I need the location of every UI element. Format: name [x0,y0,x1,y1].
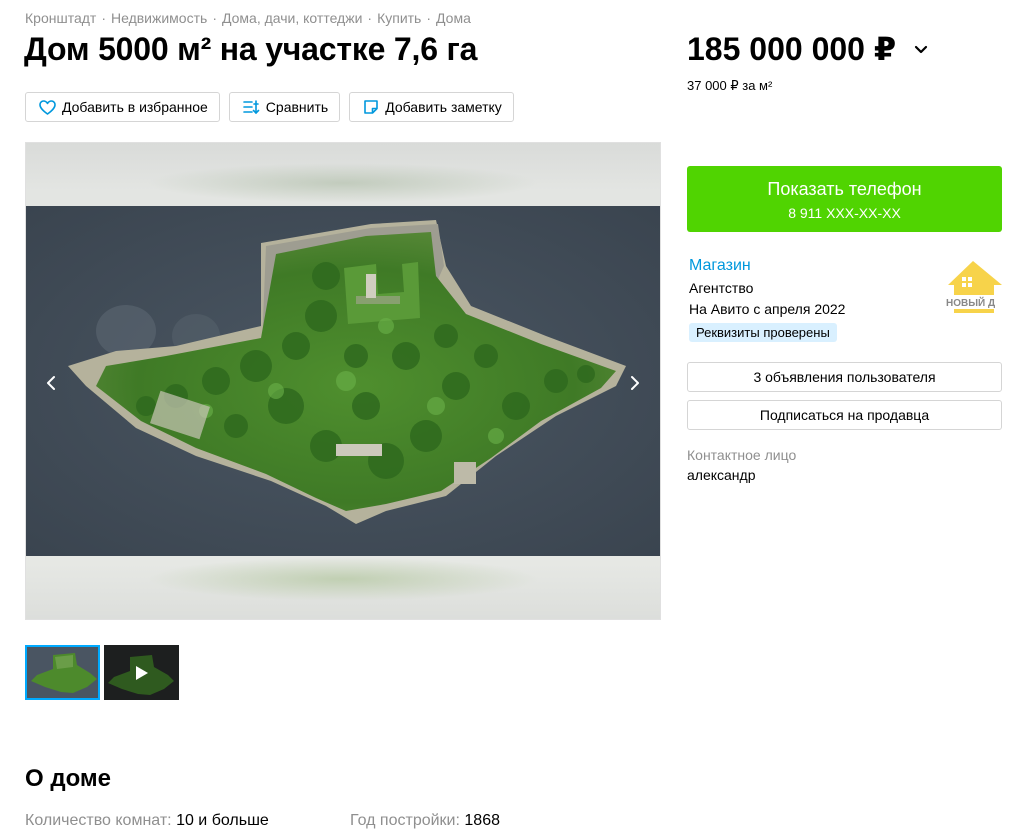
add-to-favorites-button[interactable]: Добавить в избранное [25,92,220,122]
breadcrumb-separator: · [367,10,373,26]
about-section-title: О доме [25,765,112,792]
heart-icon [39,99,56,115]
subscribe-seller-button[interactable]: Подписаться на продавца [687,400,1002,430]
param-year-built: Год постройки: 1868 [350,812,500,830]
price-per-sqm: 37 000 ₽ за м² [687,78,773,93]
thumbnail-video[interactable] [104,645,179,700]
play-icon [135,665,148,680]
chevron-left-icon [47,376,55,390]
show-phone-label: Показать телефон [767,179,922,199]
breadcrumb-item-realty[interactable]: Недвижимость [111,10,207,26]
gallery-prev-button[interactable] [36,368,66,398]
user-listings-button[interactable]: 3 объявления пользователя [687,362,1002,392]
seller-name-link[interactable]: Магазин [689,257,845,275]
breadcrumb-item-houses[interactable]: Дома [436,10,471,26]
price: 185 000 000 ₽ [687,30,928,68]
photo-gallery[interactable] [25,142,661,620]
breadcrumb-item-houses-category[interactable]: Дома, дачи, коттеджи [222,10,362,26]
param-key: Количество комнат: [25,812,172,829]
add-note-button[interactable]: Добавить заметку [349,92,514,122]
user-listings-label: 3 объявления пользователя [753,369,936,385]
subscribe-seller-label: Подписаться на продавца [759,407,930,423]
main-photo[interactable] [26,206,660,556]
seller-logo-image: НОВЫЙ Д [943,257,1004,317]
verified-badge: Реквизиты проверены [689,323,837,342]
phone-number-masked: 8 911 XXX-XX-XX [788,205,901,221]
breadcrumb-item-buy[interactable]: Купить [377,10,421,26]
price-value: 185 000 000 ₽ [687,31,897,67]
param-value: 10 и больше [176,812,269,829]
param-value: 1868 [464,812,500,829]
note-icon [364,100,378,114]
param-rooms: Количество комнат: 10 и больше [25,812,269,830]
gallery-next-button[interactable] [620,368,650,398]
thumbnail-photo[interactable] [25,645,100,700]
contact-person-label: Контактное лицо [687,447,797,463]
seller-avatar[interactable]: НОВЫЙ Д [942,257,1004,317]
breadcrumb-separator: · [212,10,217,26]
breadcrumb-item-city[interactable]: Кронштадт [25,10,96,26]
page-title: Дом 5000 м² на участке 7,6 га [24,31,478,67]
breadcrumb: Кронштадт · Недвижимость · Дома, дачи, котте… [25,10,471,26]
add-note-label: Добавить заметку [385,99,502,115]
seller-info: Магазин Агентство На Авито с апреля 2022… [689,257,845,342]
chevron-down-icon [915,45,928,53]
seller-logo-text: НОВЫЙ Д [946,296,995,309]
contact-person-name: александр [687,467,756,483]
gallery-blur-tint [146,557,540,601]
show-phone-button[interactable]: Показать телефон 8 911 XXX-XX-XX [687,166,1002,232]
chevron-right-icon [631,376,639,390]
listing-actions: Добавить в избранное Сравнить Добавить з… [25,92,514,122]
param-key: Год постройки: [350,812,460,829]
compare-button[interactable]: Сравнить [228,92,341,122]
breadcrumb-separator: · [101,10,106,26]
thumbnail-image [25,645,100,700]
compare-label: Сравнить [265,99,329,115]
gallery-thumbnails [25,645,179,700]
seller-type: Агентство [689,280,754,296]
seller-since: На Авито с апреля 2022 [689,301,846,317]
compare-icon [242,99,260,114]
price-history-toggle[interactable] [914,45,928,54]
breadcrumb-separator: · [426,10,432,26]
island-aerial-image [26,206,660,556]
add-to-favorites-label: Добавить в избранное [62,99,208,115]
gallery-blur-tint [146,163,540,203]
